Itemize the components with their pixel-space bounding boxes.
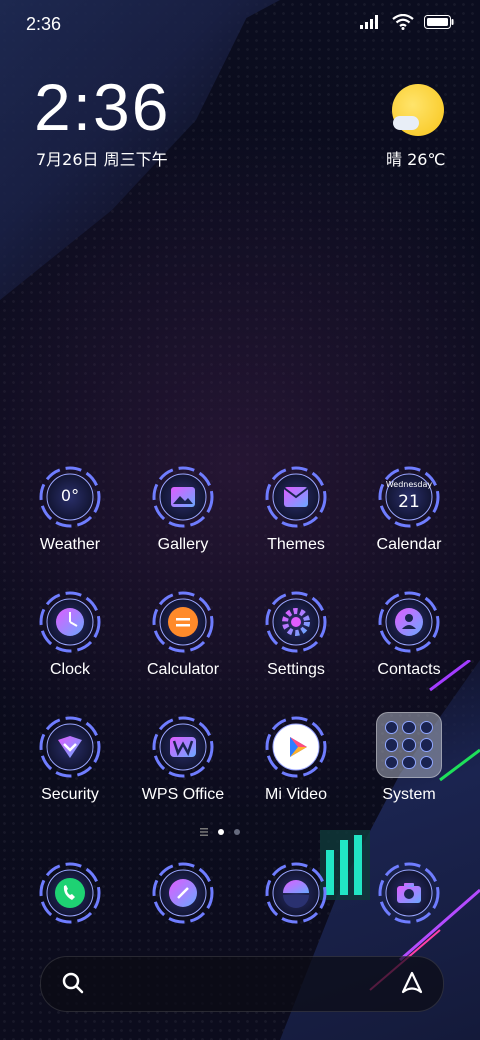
widget-weather: 晴 26℃	[386, 150, 446, 169]
dock-phone[interactable]	[13, 862, 127, 924]
mi-video-icon	[265, 716, 327, 778]
dock-mi-store[interactable]	[239, 862, 353, 924]
cloud-icon	[393, 116, 419, 130]
signal-icon	[360, 15, 378, 29]
mini-app-icon	[402, 721, 416, 735]
page-dot-active[interactable]	[218, 829, 224, 835]
app-label: WPS Office	[141, 786, 225, 803]
app-label: Contacts	[377, 661, 441, 678]
app-weather[interactable]: 0° Weather	[13, 466, 127, 554]
page-indicator[interactable]	[200, 828, 240, 836]
assistant-icon[interactable]	[399, 970, 425, 996]
app-label: Clock	[49, 661, 90, 678]
calendar-icon: Wednesday 21	[378, 466, 440, 528]
app-system-folder[interactable]: System	[352, 712, 466, 804]
app-calendar[interactable]: Wednesday 21 Calendar	[352, 466, 466, 554]
mini-app-icon	[419, 721, 433, 735]
app-label: Weather	[39, 536, 101, 553]
weather-icon: 0°	[39, 466, 101, 528]
security-icon	[39, 716, 101, 778]
system-folder	[376, 712, 442, 778]
browser-icon	[152, 862, 214, 924]
app-label: Calendar	[376, 536, 442, 553]
themes-icon	[265, 466, 327, 528]
search-icon	[62, 972, 84, 994]
app-label: Security	[41, 786, 99, 803]
mini-app-icon	[385, 721, 399, 735]
app-gallery[interactable]: Gallery	[126, 466, 240, 554]
mini-app-icon	[385, 755, 399, 769]
app-mi-video[interactable]: Mi Video	[239, 716, 353, 804]
app-clock[interactable]: Clock	[13, 591, 127, 679]
dock-camera[interactable]	[352, 862, 466, 924]
battery-icon	[424, 15, 454, 29]
dock-browser[interactable]	[126, 862, 240, 924]
app-label: Settings	[267, 661, 325, 678]
mi-store-icon	[265, 862, 327, 924]
clock-icon	[39, 591, 101, 653]
mini-app-icon	[419, 738, 433, 752]
app-label: Themes	[267, 536, 325, 553]
phone-icon	[39, 862, 101, 924]
widget-date: 7月26日 周三下午	[36, 150, 168, 169]
app-label: Calculator	[146, 661, 220, 678]
gallery-icon	[152, 466, 214, 528]
app-settings[interactable]: Settings	[239, 591, 353, 679]
mini-app-icon	[402, 755, 416, 769]
status-icons	[360, 14, 454, 30]
app-calculator[interactable]: Calculator	[126, 591, 240, 679]
wifi-icon	[392, 14, 414, 30]
contacts-icon	[378, 591, 440, 653]
mini-app-icon	[402, 738, 416, 752]
app-label: System	[382, 786, 436, 803]
settings-icon	[265, 591, 327, 653]
camera-icon	[378, 862, 440, 924]
status-time: 2:36	[26, 14, 62, 34]
app-themes[interactable]: Themes	[239, 466, 353, 554]
widget-clock[interactable]: 2:36	[34, 74, 170, 140]
page-dot[interactable]	[234, 829, 240, 835]
mini-app-icon	[419, 755, 433, 769]
status-bar: 2:36	[0, 0, 480, 50]
calculator-icon	[152, 591, 214, 653]
app-label: Mi Video	[265, 786, 327, 803]
calendar-date: 21	[398, 492, 420, 512]
app-wps-office[interactable]: WPS Office	[126, 716, 240, 804]
app-contacts[interactable]: Contacts	[352, 591, 466, 679]
app-security[interactable]: Security	[13, 716, 127, 804]
search-bar[interactable]	[40, 956, 444, 1012]
app-label: Gallery	[157, 536, 209, 553]
menu-lines-icon	[200, 828, 208, 836]
wps-office-icon	[152, 716, 214, 778]
calendar-day: Wednesday	[385, 480, 433, 489]
weather-temp: 0°	[60, 486, 80, 505]
mini-app-icon	[385, 738, 399, 752]
